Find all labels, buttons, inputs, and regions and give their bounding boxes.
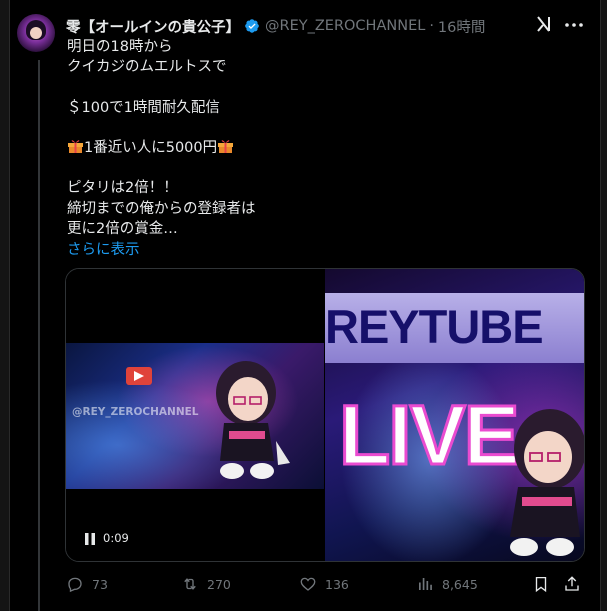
video-watermark: @REY_ZEROCHANNEL (72, 406, 199, 418)
verified-badge-icon (244, 18, 260, 34)
like-button[interactable]: 136 (299, 572, 349, 596)
like-count: 136 (325, 576, 349, 592)
tweet-text: 明日の18時から クイカジのムエルトスで ＄100で1時間耐久配信 1番近い人に… (67, 37, 567, 239)
share-button[interactable] (563, 572, 589, 596)
show-more-link[interactable]: さらに表示 (67, 238, 140, 259)
window-edge-right (600, 0, 607, 611)
thumbnail-title: REYTUBE (325, 300, 544, 353)
tweet-line: ＄100で1時間耐久配信 (67, 99, 220, 116)
tweet-line (67, 118, 567, 138)
views-button[interactable]: 8,645 (416, 572, 478, 596)
grok-icon[interactable] (534, 14, 554, 34)
display-name[interactable]: 零【オールインの貴公子】 (66, 16, 240, 37)
reply-button[interactable]: 73 (66, 572, 108, 596)
tweet-line: 明日の18時から (67, 39, 173, 55)
gift-icon (217, 138, 234, 158)
retweet-icon (184, 578, 196, 590)
views-icon (419, 578, 432, 590)
media-grid: @REY_ZEROCHANNEL 0:09 REYTUBE LIVE (65, 268, 585, 562)
window-edge-left (0, 0, 10, 611)
view-count: 8,645 (442, 576, 478, 592)
pause-icon[interactable] (84, 532, 96, 546)
tweet-line: ピタリは2倍！！ (67, 180, 178, 197)
video-time: 0:09 (103, 531, 129, 545)
chibi-character-image (510, 409, 584, 556)
bookmark-button[interactable] (532, 572, 558, 596)
reply-icon (68, 577, 82, 593)
timestamp[interactable]: 16時間 (438, 16, 485, 37)
handle[interactable]: @REY_ZEROCHANNEL (265, 18, 425, 34)
avatar[interactable] (17, 14, 55, 52)
separator-dot: · (429, 18, 434, 34)
tweet-line: 締切までの俺からの登録者は (67, 200, 256, 217)
youtube-icon (126, 367, 152, 385)
action-bar: 73 270 136 8,645 (66, 572, 586, 596)
thread-line (38, 60, 40, 611)
tweet-line (67, 77, 567, 97)
like-icon (300, 577, 316, 591)
video-player[interactable]: @REY_ZEROCHANNEL 0:09 (66, 269, 324, 561)
tweet-line: クイカジのムエルトスで (67, 59, 227, 76)
tweet-line: 更に2倍の賞金… (67, 220, 178, 237)
bookmark-icon (535, 576, 547, 593)
share-icon (565, 576, 579, 591)
more-icon[interactable] (563, 15, 585, 35)
reply-count: 73 (92, 576, 108, 592)
tweet-line (67, 158, 567, 178)
thumbnail-image[interactable]: REYTUBE LIVE (325, 269, 584, 561)
retweet-button[interactable]: 270 (181, 572, 231, 596)
retweet-count: 270 (207, 576, 231, 592)
gift-line-text: 1番近い人に5000円 (84, 139, 218, 156)
thumbnail-live-text: LIVE (338, 387, 522, 484)
chibi-character-image (216, 361, 290, 479)
tweet-line-gift: 1番近い人に5000円 (67, 138, 567, 158)
gift-icon (67, 138, 84, 158)
tweet-header: 零【オールインの貴公子】 @REY_ZEROCHANNEL · 16時間 (66, 15, 485, 37)
video-frame[interactable]: @REY_ZEROCHANNEL (66, 343, 324, 489)
